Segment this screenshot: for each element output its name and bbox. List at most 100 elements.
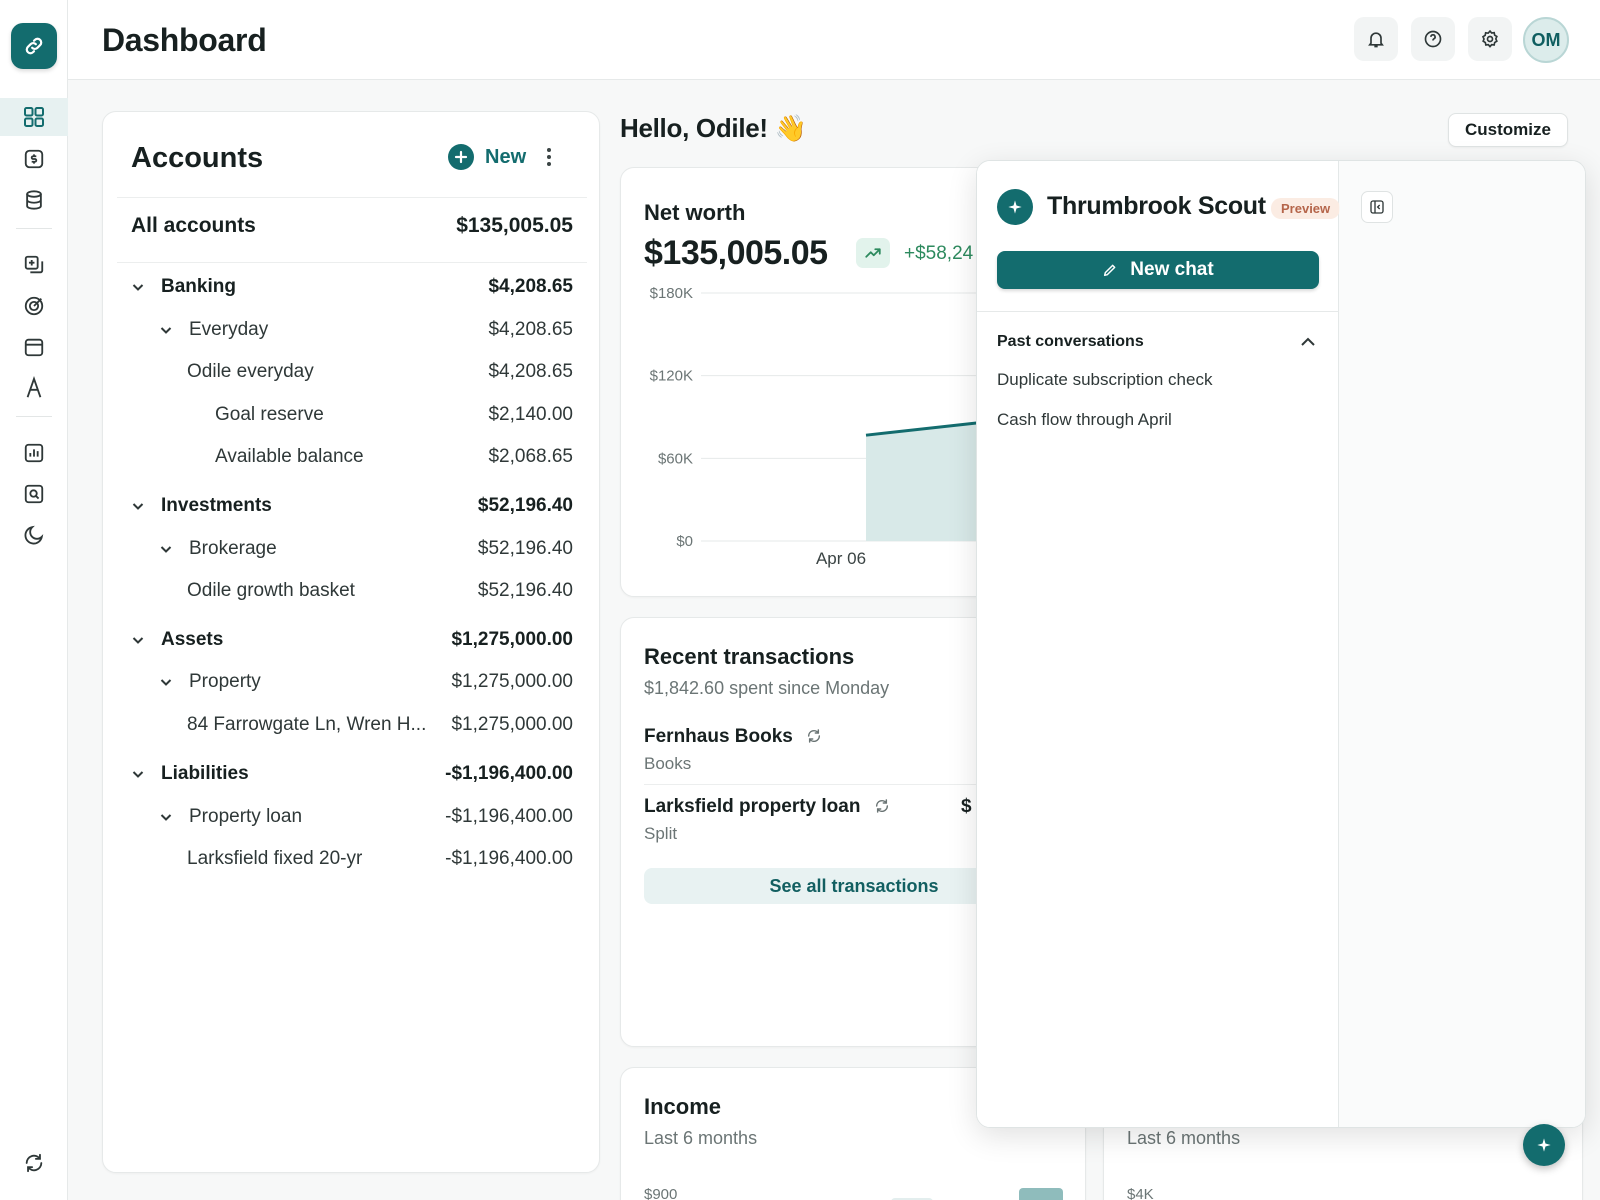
conversation-item[interactable]: Cash flow through April (997, 410, 1172, 430)
sidebar-collapse-icon (1370, 200, 1384, 214)
account-row[interactable]: Available balance $2,068.65 (103, 442, 601, 472)
account-row[interactable]: Odile everyday $4,208.65 (103, 357, 601, 387)
account-row[interactable]: Larksfield fixed 20-yr -$1,196,400.00 (103, 844, 601, 874)
account-group-amount: -$1,196,400.00 (445, 763, 573, 784)
scout-panel: Thrumbrook Scout Preview New chat Past c… (976, 160, 1586, 1128)
account-group-row[interactable]: Investments $52,196.40 (103, 491, 601, 521)
bell-icon (1368, 32, 1384, 48)
chart-x-tick: Apr 06 (816, 549, 866, 568)
chevron-down-icon[interactable] (159, 542, 173, 556)
account-amount: $4,208.65 (488, 361, 573, 382)
trend-badge (856, 238, 890, 268)
nav-dashboard[interactable] (0, 98, 68, 136)
account-subgroup-amount: $1,275,000.00 (451, 671, 573, 692)
account-subgroup-amount: -$1,196,400.00 (445, 806, 573, 827)
transaction-category: Split (644, 824, 678, 843)
account-subgroup-row[interactable]: Property loan -$1,196,400.00 (103, 802, 601, 832)
search-report-icon (24, 484, 44, 504)
scout-fab[interactable] (1523, 1124, 1565, 1166)
add-transaction-icon (24, 255, 44, 274)
nav-advice[interactable] (0, 369, 68, 407)
account-group-label: Assets (161, 629, 224, 650)
all-accounts-amount: $135,005.05 (456, 214, 573, 237)
account-subgroup-label: Property loan (189, 806, 303, 827)
account-subgroup-row[interactable]: Property $1,275,000.00 (103, 667, 601, 697)
scout-logo (997, 189, 1033, 225)
account-subgroup-label: Brokerage (189, 538, 277, 559)
nav-reports[interactable] (0, 434, 68, 472)
help-icon (1424, 30, 1442, 48)
all-accounts-row[interactable]: All accounts $135,005.05 (103, 210, 601, 240)
chart-y-tick: $180K (650, 285, 693, 302)
account-group-row[interactable]: Assets $1,275,000.00 (103, 625, 601, 655)
account-subgroup-row[interactable]: Everyday $4,208.65 (103, 315, 601, 345)
income-title: Income (644, 1094, 722, 1119)
help-button[interactable] (1411, 17, 1455, 61)
transaction-name: Larksfield property loan (644, 796, 861, 817)
chart-y-tick: $60K (658, 450, 693, 467)
nav-calendar[interactable] (0, 328, 68, 366)
collapse-sidebar-button[interactable] (1361, 191, 1393, 223)
chart-y-tick: $0 (676, 533, 693, 550)
account-row[interactable]: Odile growth basket $52,196.40 (103, 576, 601, 606)
sync-icon (25, 1153, 43, 1173)
nav-add[interactable] (0, 246, 68, 284)
chevron-down-icon[interactable] (159, 323, 173, 337)
account-group-label: Investments (161, 495, 272, 516)
transaction-name-wrap: Fernhaus Books (644, 726, 822, 748)
divider (117, 262, 587, 263)
account-amount: $2,140.00 (488, 404, 573, 425)
chevron-down-icon[interactable] (159, 675, 173, 689)
chevron-up-icon[interactable] (1299, 333, 1317, 351)
account-label: Odile everyday (187, 361, 314, 382)
sparkle-icon (1537, 1138, 1551, 1152)
nav-accounts[interactable] (0, 181, 68, 219)
account-group-amount: $1,275,000.00 (451, 629, 573, 650)
transaction-amount: $ (961, 796, 972, 817)
dollar-icon (24, 149, 44, 169)
new-account-button[interactable]: New (448, 144, 526, 170)
account-row[interactable]: 84 Farrowgate Ln, Wren H... $1,275,000.0… (103, 710, 601, 740)
transaction-category: Books (644, 754, 692, 773)
chevron-down-icon[interactable] (159, 810, 173, 824)
nav-search[interactable] (0, 475, 68, 513)
nav-sync[interactable] (0, 1144, 68, 1182)
account-group-row[interactable]: Liabilities -$1,196,400.00 (103, 759, 601, 789)
spending-subtitle: Last 6 months (1127, 1128, 1241, 1148)
new-chat-label: New chat (1130, 259, 1214, 280)
more-options-icon[interactable] (543, 146, 555, 168)
chevron-down-icon[interactable] (131, 499, 145, 513)
pencil-icon (1104, 264, 1116, 277)
notifications-button[interactable] (1354, 17, 1398, 61)
conversation-item[interactable]: Duplicate subscription check (997, 370, 1212, 390)
avatar[interactable]: OM (1523, 17, 1569, 63)
account-row[interactable]: Goal reserve $2,140.00 (103, 400, 601, 430)
account-label: Available balance (215, 446, 364, 467)
chevron-down-icon[interactable] (131, 767, 145, 781)
nav-divider (16, 228, 52, 229)
account-subgroup-row[interactable]: Brokerage $52,196.40 (103, 534, 601, 564)
chevron-down-icon[interactable] (131, 633, 145, 647)
account-amount: $2,068.65 (488, 446, 573, 467)
chevron-down-icon[interactable] (131, 280, 145, 294)
bar-chart-icon (24, 443, 44, 463)
new-account-label: New (485, 145, 527, 168)
nav-transactions[interactable] (0, 140, 68, 178)
nav-budget[interactable] (0, 516, 68, 554)
recent-transactions-subtitle: $1,842.60 spent since Monday (644, 678, 890, 698)
income-axis-tick: $900 (644, 1186, 678, 1200)
settings-button[interactable] (1468, 17, 1512, 61)
recent-transactions-title: Recent transactions (644, 644, 855, 669)
account-subgroup-label: Property (189, 671, 261, 692)
account-label: Odile growth basket (187, 580, 355, 601)
new-chat-button[interactable]: New chat (997, 251, 1319, 289)
app-logo[interactable] (11, 23, 57, 69)
recurring-icon (808, 729, 821, 743)
divider (117, 197, 587, 198)
customize-button[interactable]: Customize (1448, 113, 1568, 147)
account-label: Larksfield fixed 20-yr (187, 848, 363, 869)
nav-goals[interactable] (0, 287, 68, 325)
transaction-name-wrap: Larksfield property loan (644, 796, 890, 818)
account-group-row[interactable]: Banking $4,208.65 (103, 272, 601, 302)
account-subgroup-amount: $4,208.65 (488, 319, 573, 340)
